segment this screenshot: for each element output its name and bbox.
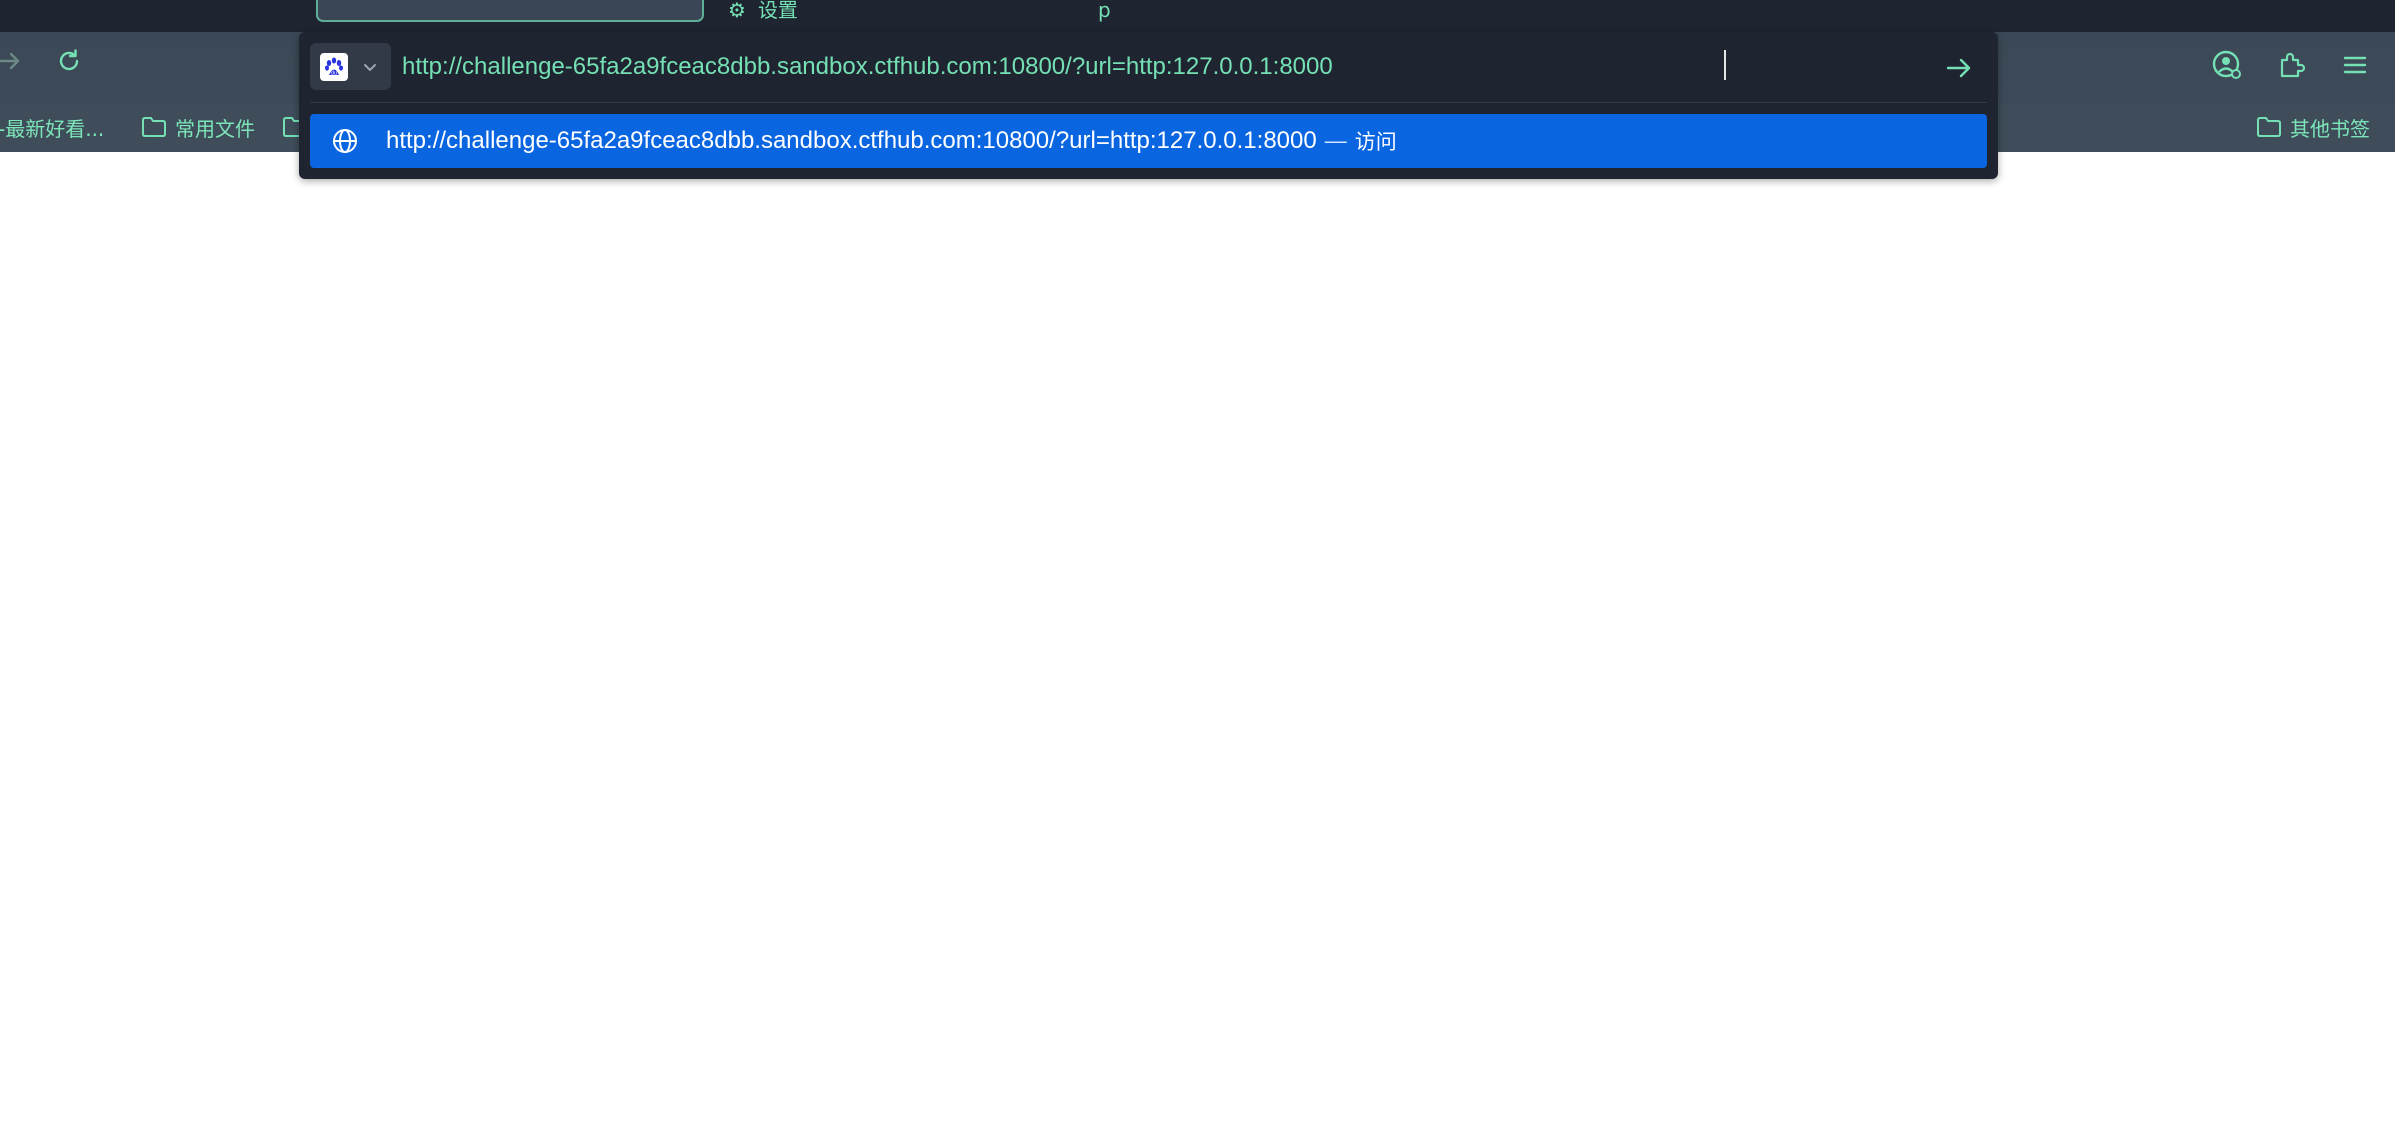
chevron-down-icon (364, 63, 376, 71)
suggestion-row[interactable]: http://challenge-65fa2a9fceac8dbb.sandbo… (310, 114, 1987, 168)
suggestion-url: http://challenge-65fa2a9fceac8dbb.sandbo… (386, 127, 1317, 154)
account-button[interactable] (2210, 48, 2244, 82)
search-engine-button[interactable]: du (310, 43, 391, 90)
globe-icon (330, 126, 360, 156)
url-input[interactable] (402, 49, 1882, 85)
active-tab[interactable] (316, 0, 704, 22)
arrow-right-icon (1946, 58, 1971, 78)
other-bookmarks-label: 其他书签 (2290, 116, 2370, 141)
tab-title-fragment: 设置 (757, 0, 798, 22)
divider (310, 102, 1987, 103)
account-icon (2212, 50, 2241, 79)
suggestion-separator: — (1324, 128, 1347, 153)
tab-gear-icon: ⚙ (728, 0, 746, 22)
go-button[interactable] (1939, 50, 1979, 86)
puzzle-icon (2280, 52, 2306, 78)
bookmark-label: 常用文件 (175, 116, 255, 141)
urlbar-dropdown: du http://challenge-65fa2a9fceac8dbb.san… (299, 32, 1998, 179)
svg-text:du: du (331, 70, 337, 76)
tab-fragment[interactable]: ⚙ 设置 p (728, 0, 1111, 23)
tab-strip: ⚙ 设置 p (0, 0, 2395, 32)
bookmark-folder[interactable]: 常用文件 (141, 112, 255, 142)
text-caret (1724, 50, 1726, 80)
forward-button[interactable] (0, 45, 26, 77)
suggestion-action: 访问 (1354, 130, 1397, 154)
extensions-button[interactable] (2274, 48, 2308, 82)
folder-icon (142, 117, 166, 137)
reload-icon (59, 49, 79, 71)
tab-title-fragment-right: p (1097, 0, 1111, 22)
page-content (0, 152, 2395, 1137)
bookmark-label: -最新好看... (0, 116, 105, 141)
bookmark-item[interactable]: -最新好看... (0, 112, 104, 142)
baidu-paw-icon: du (320, 52, 348, 81)
folder-icon (2257, 117, 2281, 137)
reload-button[interactable] (53, 45, 85, 77)
hamburger-icon (2343, 56, 2367, 74)
arrow-right-icon (0, 52, 20, 70)
other-bookmarks-folder[interactable]: 其他书签 (2256, 112, 2370, 142)
menu-button[interactable] (2338, 48, 2372, 82)
